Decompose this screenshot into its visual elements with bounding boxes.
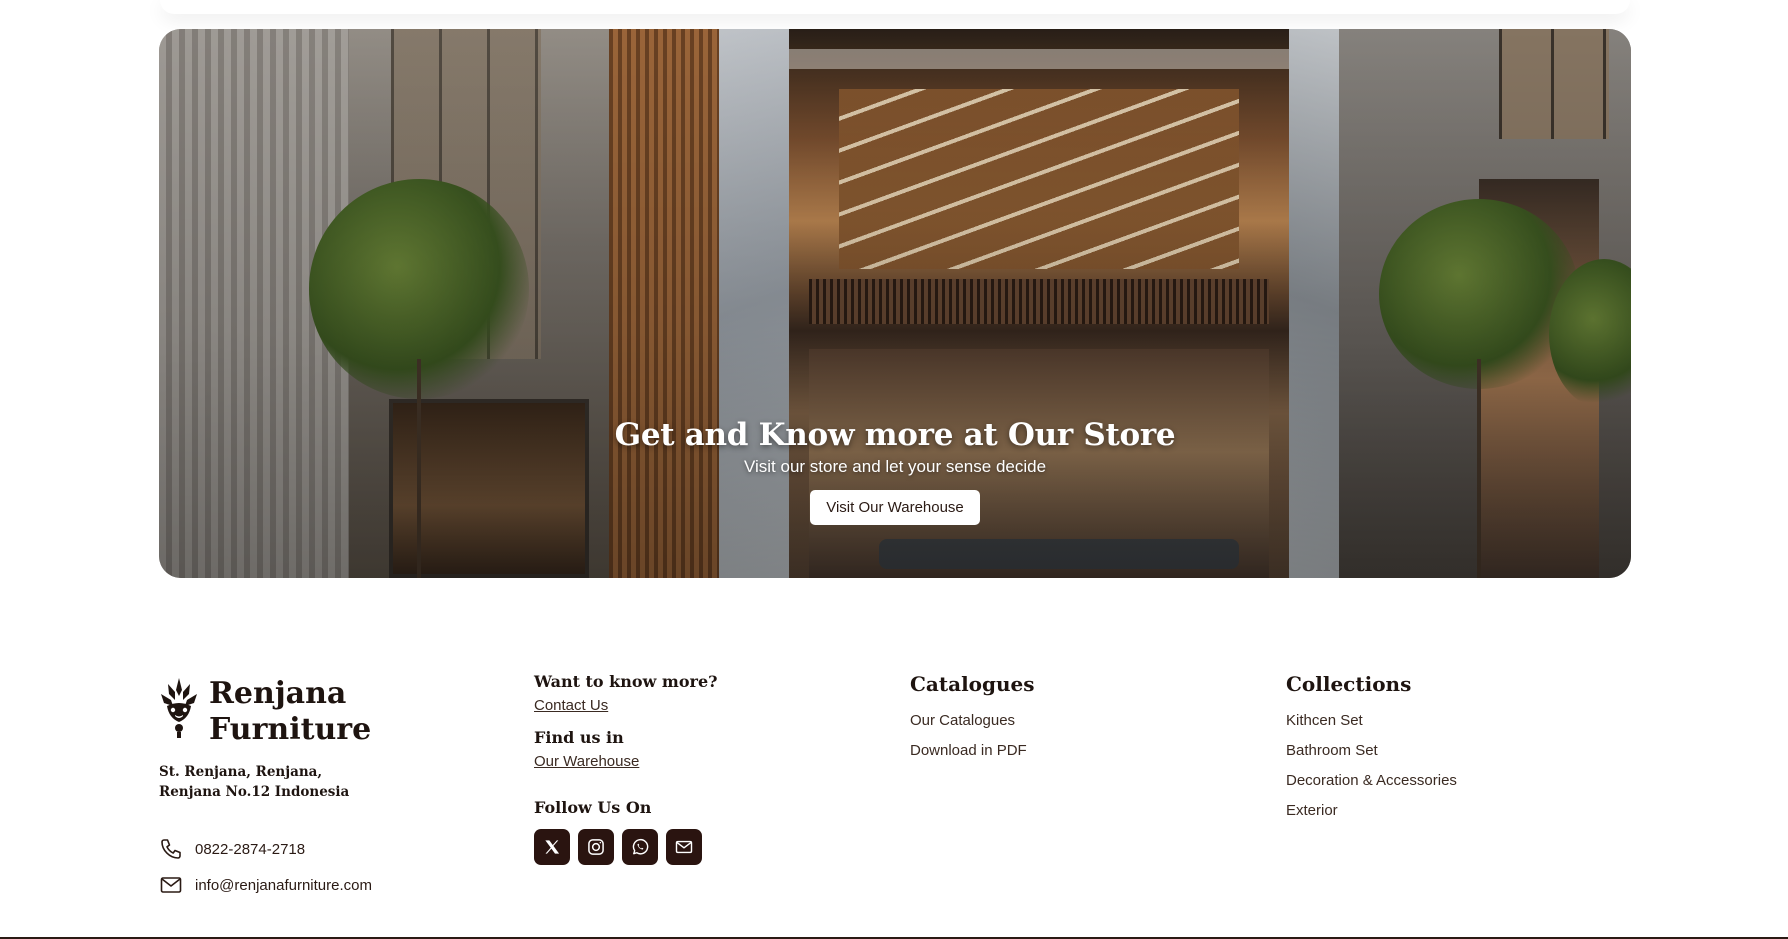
download-pdf-link[interactable]: Download in PDF: [910, 742, 1035, 759]
footer-catalogues-column: Catalogues Our Catalogues Download in PD…: [910, 672, 1035, 759]
brand-name-line2: Furniture: [209, 712, 372, 747]
visit-warehouse-button[interactable]: Visit Our Warehouse: [810, 490, 980, 525]
instagram-icon: [588, 839, 604, 855]
follow-us-heading: Follow Us On: [534, 798, 652, 817]
mail-icon: [160, 877, 182, 893]
find-us-heading: Find us in: [534, 728, 624, 747]
contact-us-link[interactable]: Contact Us: [534, 697, 718, 714]
store-hero-banner: Get and Know more at Our Store Visit our…: [159, 29, 1631, 578]
store-address: St. Renjana, Renjana, Renjana No.12 Indo…: [159, 764, 350, 800]
whatsapp-icon: [632, 838, 649, 855]
social-links: [534, 829, 718, 865]
top-section-edge: [160, 0, 1630, 14]
phone-number: 0822-2874-2718: [195, 840, 306, 858]
bathroom-set-link[interactable]: Bathroom Set: [1286, 742, 1457, 759]
footer-collections-column: Collections Kithcen Set Bathroom Set Dec…: [1286, 672, 1457, 819]
footer-brand: Renjana Furniture St. Renjana, Renjana, …: [159, 676, 371, 802]
instagram-social-button[interactable]: [578, 829, 614, 865]
x-social-button[interactable]: [534, 829, 570, 865]
mail-icon: [675, 840, 693, 854]
exterior-link[interactable]: Exterior: [1286, 802, 1457, 819]
hero-content: Get and Know more at Our Store Visit our…: [159, 417, 1631, 525]
email-address: info@renjanafurniture.com: [195, 876, 372, 894]
site-footer: Renjana Furniture St. Renjana, Renjana, …: [0, 660, 1788, 939]
want-to-know-more-heading: Want to know more?: [534, 672, 718, 691]
phone-contact[interactable]: 0822-2874-2718: [159, 837, 305, 861]
x-icon: [545, 840, 560, 854]
phone-icon: [161, 839, 181, 859]
email-social-button[interactable]: [666, 829, 702, 865]
decoration-accessories-link[interactable]: Decoration & Accessories: [1286, 772, 1457, 789]
our-warehouse-link[interactable]: Our Warehouse: [534, 753, 718, 770]
whatsapp-social-button[interactable]: [622, 829, 658, 865]
our-catalogues-link[interactable]: Our Catalogues: [910, 712, 1035, 729]
footer-more-column: Want to know more? Contact Us Find us in…: [534, 672, 718, 865]
email-contact[interactable]: info@renjanafurniture.com: [159, 873, 372, 897]
kitchen-set-link[interactable]: Kithcen Set: [1286, 712, 1457, 729]
brand-name-line1: Renjana: [209, 676, 347, 711]
catalogues-heading: Catalogues: [910, 672, 1035, 696]
hero-title: Get and Know more at Our Store: [614, 417, 1176, 453]
hero-subtitle: Visit our store and let your sense decid…: [743, 457, 1047, 476]
collections-heading: Collections: [1286, 672, 1412, 696]
renjana-logo-icon: [161, 678, 197, 738]
